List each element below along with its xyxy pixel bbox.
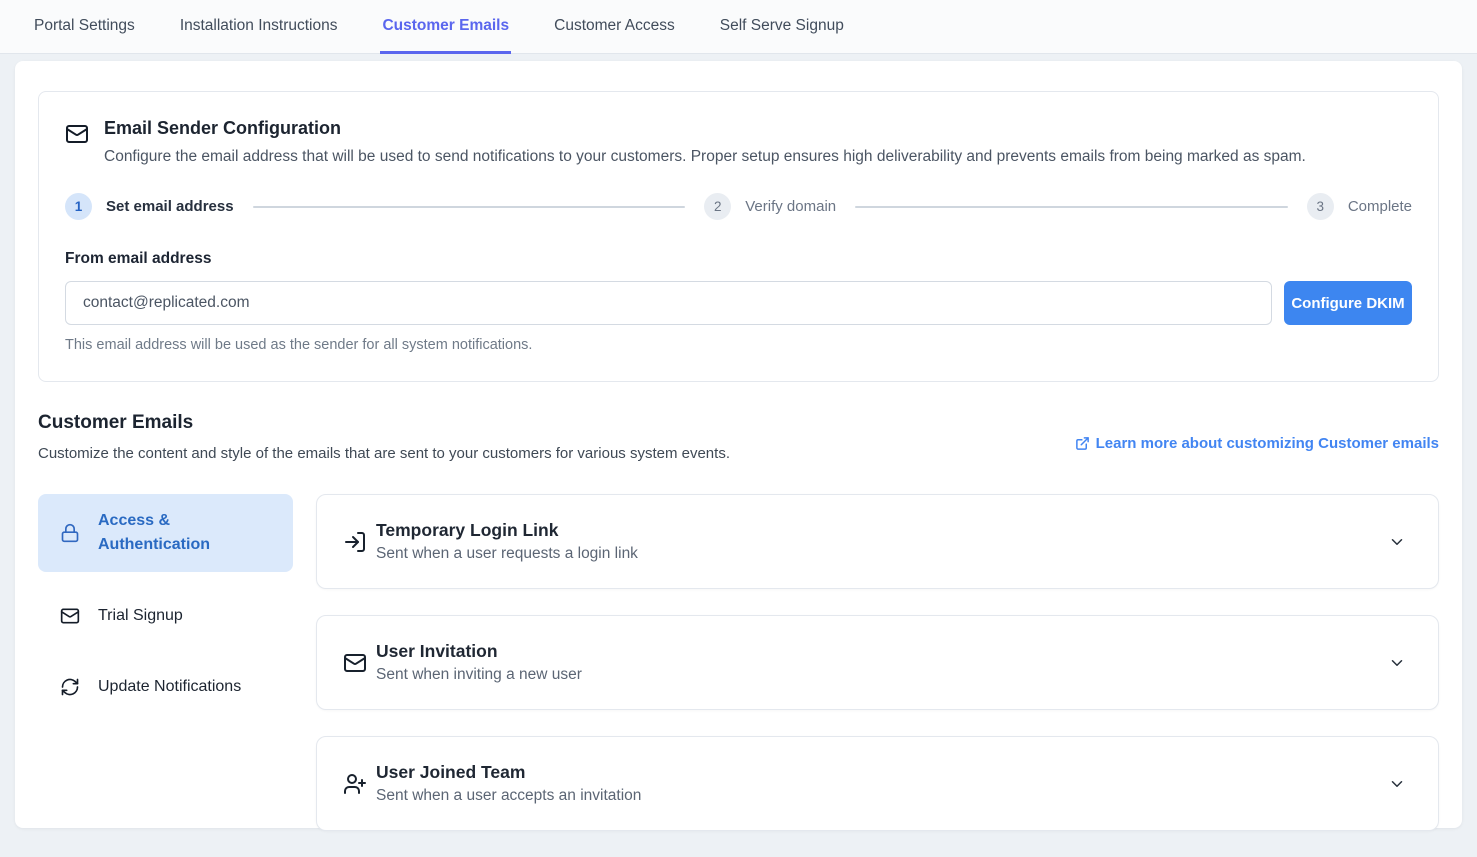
customer-emails-panel: Email Sender Configuration Configure the… xyxy=(15,61,1462,828)
customer-emails-title: Customer Emails xyxy=(38,412,730,434)
sender-config-title: Email Sender Configuration xyxy=(104,118,1306,139)
template-card-user-invitation[interactable]: User Invitation Sent when inviting a new… xyxy=(316,615,1439,710)
chevron-down-icon[interactable] xyxy=(1388,533,1406,551)
tab-customer-emails[interactable]: Customer Emails xyxy=(380,0,511,54)
sidebar-item-label: Access & Authentication xyxy=(98,509,271,557)
step-label: Verify domain xyxy=(745,198,836,215)
chevron-down-icon[interactable] xyxy=(1388,654,1406,672)
learn-more-label: Learn more about customizing Customer em… xyxy=(1096,435,1439,452)
step-set-email-address: 1 Set email address xyxy=(65,193,234,220)
step-label: Complete xyxy=(1348,198,1412,215)
sidebar-item-label: Update Notifications xyxy=(98,675,241,699)
sidebar-item-label: Trial Signup xyxy=(98,604,183,628)
log-in-icon xyxy=(343,530,367,554)
step-complete: 3 Complete xyxy=(1307,193,1412,220)
from-email-help-text: This email address will be used as the s… xyxy=(65,337,1412,353)
email-template-list: Temporary Login Link Sent when a user re… xyxy=(316,494,1439,857)
sender-config-description: Configure the email address that will be… xyxy=(104,148,1306,166)
template-subtitle: Sent when inviting a new user xyxy=(376,666,582,684)
tab-customer-access[interactable]: Customer Access xyxy=(552,0,677,54)
stepper-connector xyxy=(253,206,686,208)
template-title: Temporary Login Link xyxy=(376,520,638,541)
learn-more-link[interactable]: Learn more about customizing Customer em… xyxy=(1075,425,1439,462)
sidebar-item-update-notifications[interactable]: Update Notifications xyxy=(38,660,293,714)
mail-icon xyxy=(343,651,367,675)
from-email-input[interactable] xyxy=(65,281,1272,325)
configure-dkim-button[interactable]: Configure DKIM xyxy=(1284,281,1412,325)
tab-installation-instructions[interactable]: Installation Instructions xyxy=(178,0,340,54)
step-number: 3 xyxy=(1307,193,1334,220)
user-plus-icon xyxy=(343,772,367,796)
template-card-temporary-login-link[interactable]: Temporary Login Link Sent when a user re… xyxy=(316,494,1439,589)
external-link-icon xyxy=(1075,436,1090,451)
template-title: User Joined Team xyxy=(376,762,641,783)
template-card-user-joined-team[interactable]: User Joined Team Sent when a user accept… xyxy=(316,736,1439,831)
refresh-icon xyxy=(60,677,80,697)
mail-icon xyxy=(65,122,89,166)
tab-portal-settings[interactable]: Portal Settings xyxy=(32,0,137,54)
tab-self-serve-signup[interactable]: Self Serve Signup xyxy=(718,0,846,54)
from-email-label: From email address xyxy=(65,250,1412,268)
lock-icon xyxy=(60,523,80,543)
sidebar-item-trial-signup[interactable]: Trial Signup xyxy=(38,589,293,643)
chevron-down-icon[interactable] xyxy=(1388,775,1406,793)
customer-emails-description: Customize the content and style of the e… xyxy=(38,445,730,462)
step-verify-domain: 2 Verify domain xyxy=(704,193,836,220)
sidebar-item-access-authentication[interactable]: Access & Authentication xyxy=(38,494,293,572)
template-title: User Invitation xyxy=(376,641,582,662)
step-number: 2 xyxy=(704,193,731,220)
settings-tab-bar: Portal Settings Installation Instruction… xyxy=(0,0,1477,54)
email-sender-config-card: Email Sender Configuration Configure the… xyxy=(38,91,1439,382)
stepper-connector xyxy=(855,206,1288,208)
sender-config-stepper: 1 Set email address 2 Verify domain 3 Co… xyxy=(65,193,1412,220)
template-subtitle: Sent when a user accepts an invitation xyxy=(376,787,641,805)
template-subtitle: Sent when a user requests a login link xyxy=(376,545,638,563)
email-category-sidebar: Access & Authentication Trial Signup Upd… xyxy=(38,494,293,857)
mail-icon xyxy=(60,606,80,626)
step-number: 1 xyxy=(65,193,92,220)
step-label: Set email address xyxy=(106,198,234,215)
